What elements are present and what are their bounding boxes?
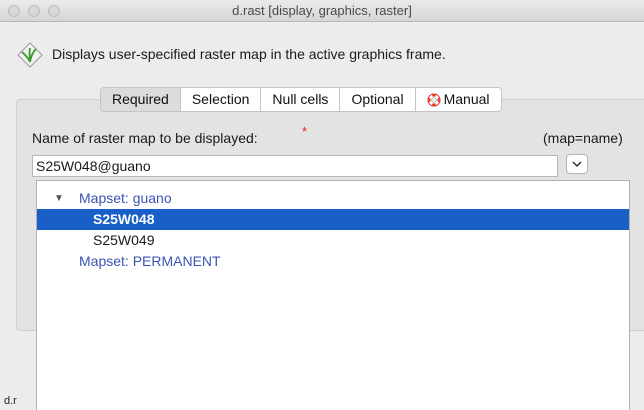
module-description: Displays user-specified raster map in th… [52,46,446,62]
dropdown-toggle-button[interactable] [566,154,588,174]
tab-selection[interactable]: Selection [179,88,261,111]
tree-item-s25w049[interactable]: S25W049 [37,230,629,251]
tree-group-label: Mapset: guano [79,190,172,206]
chevron-down-icon [572,161,582,168]
tab-manual[interactable]: Manual [414,88,501,111]
map-dropdown-list[interactable]: ▼ Mapset: guano S25W048 S25W049 Mapset: … [36,180,630,410]
tree-group-mapset-permanent[interactable]: Mapset: PERMANENT [37,251,629,272]
tab-bar: Required Selection Null cells Optional M… [100,87,502,112]
tab-label: Manual [443,91,490,107]
tab-label: Optional [351,91,404,107]
tab-label: Required [112,91,169,107]
tab-label: Null cells [272,91,329,107]
tab-null-cells[interactable]: Null cells [260,88,339,111]
required-marker: * [302,124,308,139]
grass-module-icon [17,42,43,68]
raster-map-input[interactable]: S25W048@guano [32,155,558,177]
tree-group-mapset-guano[interactable]: ▼ Mapset: guano [37,188,629,209]
tab-label: Selection [191,91,250,107]
tree-item-label: S25W048 [93,211,155,227]
map-field-label: Name of raster map to be displayed: [32,130,258,146]
status-bar: d.r [4,395,17,407]
expand-triangle-icon[interactable]: ▼ [54,188,64,209]
tab-required[interactable]: Required [101,88,180,111]
tree-item-s25w048[interactable]: S25W048 [37,209,629,230]
window-title: d.rast [display, graphics, raster] [232,3,412,18]
tree-item-label: S25W049 [93,232,155,248]
tree-group-label: Mapset: PERMANENT [79,253,221,269]
lifebuoy-icon [427,93,441,106]
tab-optional[interactable]: Optional [339,88,414,111]
param-name: (map=name) [543,130,623,146]
window-titlebar: d.rast [display, graphics, raster] [0,0,644,22]
